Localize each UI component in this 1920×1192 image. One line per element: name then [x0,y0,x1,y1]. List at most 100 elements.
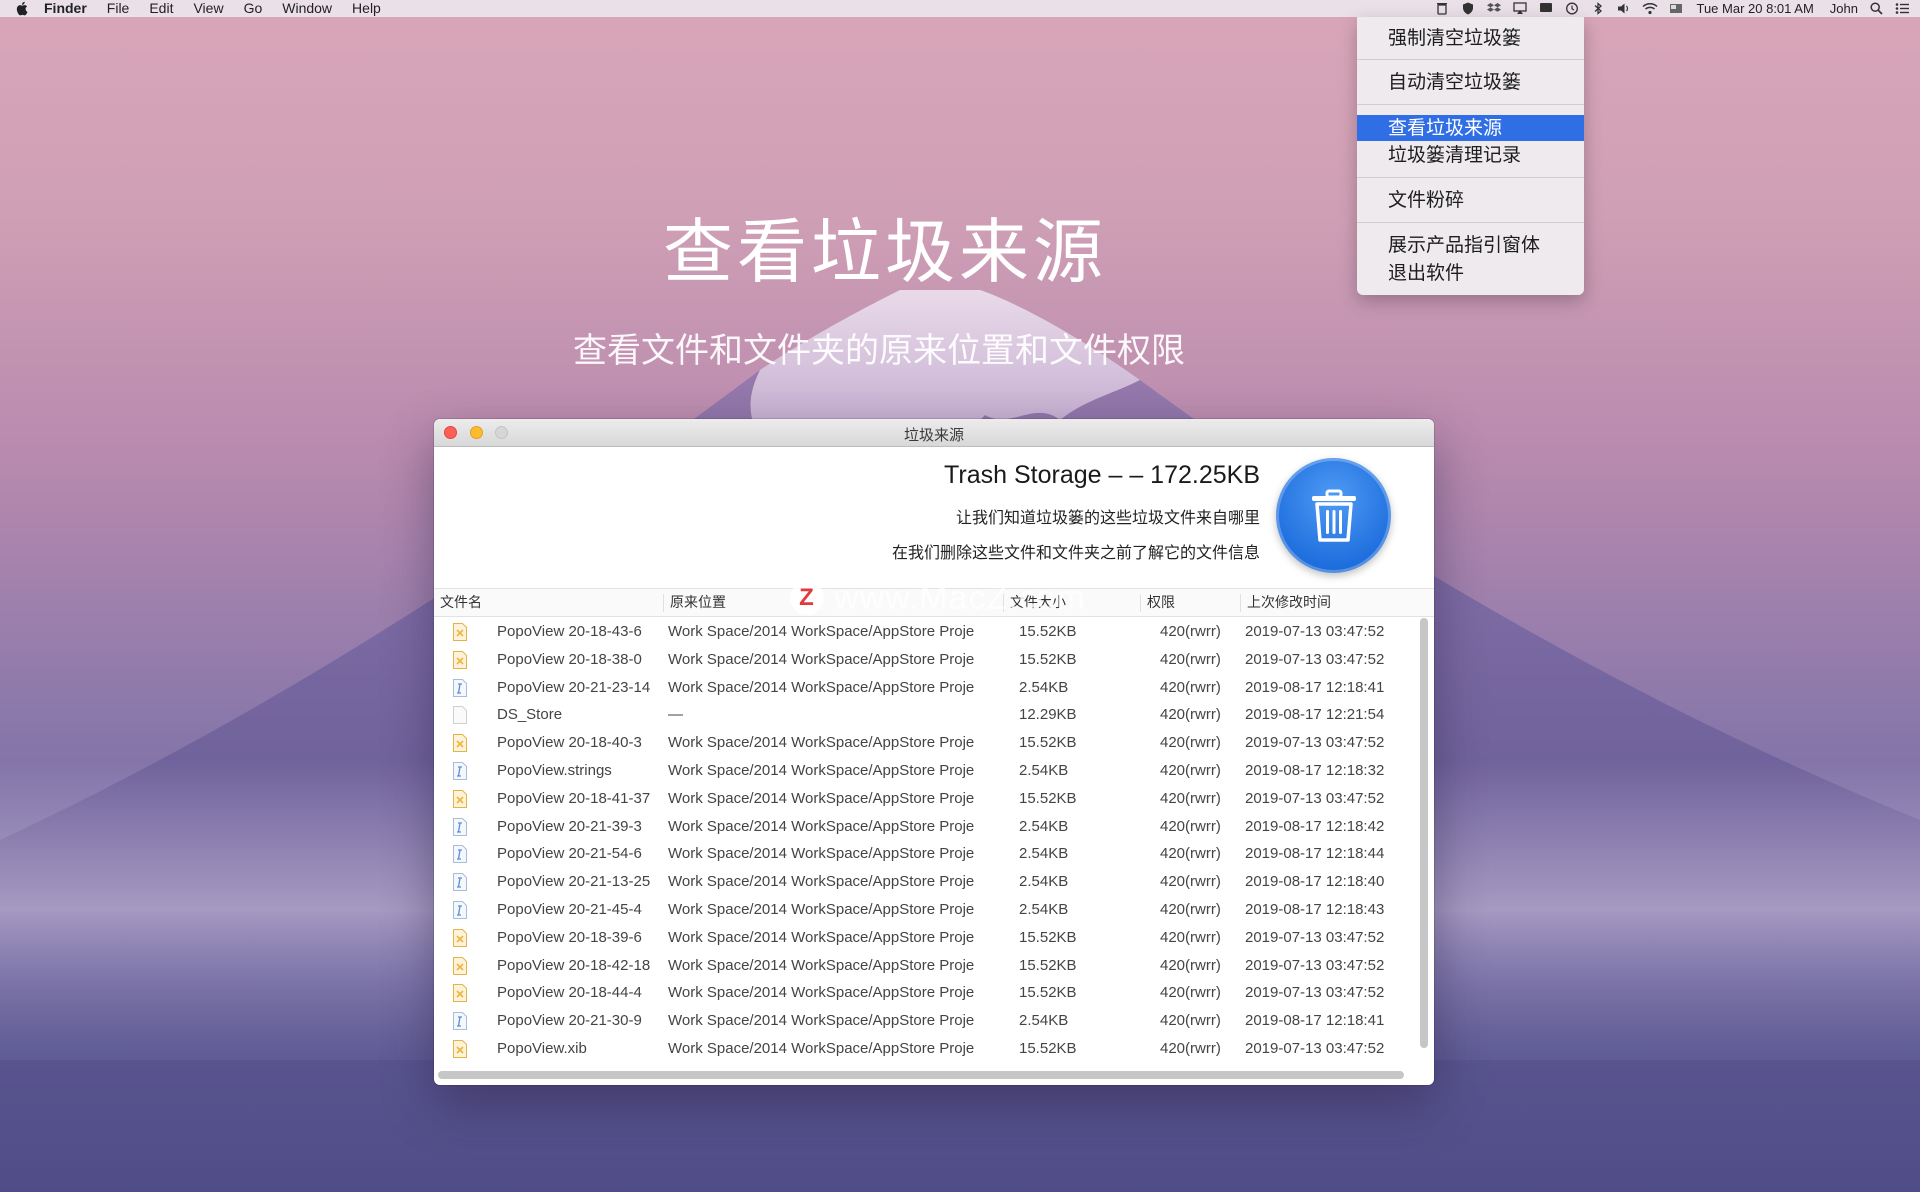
size-cell: 2.54KB [1019,762,1069,779]
size-cell: 12.29KB [1019,706,1077,723]
column-header-filename[interactable]: 文件名 [434,594,663,612]
filename-cell: PopoView 20-21-54-6 [497,845,642,862]
shield-tray-icon[interactable] [1460,2,1476,15]
original-location-cell: Work Space/2014 WorkSpace/AppStore Proje [668,901,975,918]
xib-file-icon [453,623,467,641]
time-machine-tray-icon[interactable] [1564,2,1580,15]
trash-icon [1311,489,1356,542]
modified-cell: 2019-07-13 03:47:52 [1245,984,1385,1001]
permissions-cell: 420(rwrr) [1160,818,1221,835]
table-row[interactable]: PopoView 20-18-42-18 Work Space/2014 Work… [434,952,1412,980]
table-row[interactable]: PopoView 20-18-39-6 Work Space/2014 WorkS… [434,924,1412,952]
filename-cell: PopoView.xib [497,1040,587,1057]
original-location-cell: Work Space/2014 WorkSpace/AppStore Proje [668,984,975,1001]
strings-file-icon [453,901,467,919]
size-cell: 15.52KB [1019,790,1077,807]
menu-finder[interactable]: Finder [44,0,87,17]
size-cell: 2.54KB [1019,818,1069,835]
modified-cell: 2019-08-17 12:18:40 [1245,873,1385,890]
table-row[interactable]: PopoView 20-18-40-3 Work Space/2014 WorkS… [434,729,1412,757]
modified-cell: 2019-08-17 12:18:44 [1245,845,1385,862]
filename-cell: PopoView 20-21-23-14 [497,679,651,696]
permissions-cell: 420(rwrr) [1160,929,1221,946]
xib-file-icon [453,984,467,1002]
original-location-cell: Work Space/2014 WorkSpace/AppStore Proje [668,790,975,807]
permissions-cell: 420(rwrr) [1160,651,1221,668]
menu-separator [1357,59,1584,60]
strings-file-icon [453,873,467,891]
horizontal-scrollbar[interactable] [438,1071,1404,1079]
table-row[interactable]: PopoView 20-21-23-14 Work Space/2014 Work… [434,674,1412,702]
original-location-cell: Work Space/2014 WorkSpace/AppStore Proje [668,818,975,835]
permissions-cell: 420(rwrr) [1160,734,1221,751]
modified-cell: 2019-07-13 03:47:52 [1245,929,1385,946]
menu-item-trash-clean-history[interactable]: 垃圾篓清理记录 [1357,142,1584,168]
menu-item-auto-empty-trash[interactable]: 自动清空垃圾篓 [1357,69,1584,95]
size-cell: 15.52KB [1019,957,1077,974]
trash-button[interactable] [1276,458,1391,573]
size-cell: 2.54KB [1019,845,1069,862]
menu-separator [1357,177,1584,178]
menubar-user[interactable]: John [1830,1,1858,16]
modified-cell: 2019-08-17 12:18:41 [1245,679,1385,696]
watermark: Z www.MacZ.com [790,578,1086,618]
bluetooth-tray-icon[interactable] [1590,2,1606,15]
column-header-permissions[interactable]: 权限 [1140,594,1240,612]
menu-window[interactable]: Window [282,0,332,17]
vertical-scrollbar[interactable] [1420,618,1428,1048]
strings-file-icon [453,679,467,697]
modified-cell: 2019-07-13 03:47:52 [1245,790,1385,807]
permissions-cell: 420(rwrr) [1160,679,1221,696]
airplay-tray-icon[interactable] [1512,2,1528,15]
menu-view[interactable]: View [193,0,223,17]
column-header-modified[interactable]: 上次修改时间 [1240,594,1434,612]
table-row[interactable]: DS_Store — 12.29KB 420(rwrr) 2019-08-17 12:2… [434,701,1412,729]
apple-menu-icon[interactable] [13,1,29,16]
original-location-cell: Work Space/2014 WorkSpace/AppStore Proje [668,734,975,751]
table-row[interactable]: PopoView 20-21-45-4 Work Space/2014 WorkS… [434,896,1412,924]
size-cell: 2.54KB [1019,1012,1069,1029]
menu-edit[interactable]: Edit [149,0,173,17]
size-cell: 15.52KB [1019,929,1077,946]
menu-item-force-empty-trash[interactable]: 强制清空垃圾篓 [1357,25,1584,51]
volume-tray-icon[interactable] [1616,2,1632,15]
trash-app-tray-icon[interactable] [1434,2,1450,15]
menu-file[interactable]: File [107,0,130,17]
permissions-cell: 420(rwrr) [1160,873,1221,890]
spotlight-search-icon[interactable] [1868,2,1884,15]
table-row[interactable]: PopoView.xib Work Space/2014 WorkSpace/Ap… [434,1035,1412,1060]
table-row[interactable]: PopoView 20-21-39-3 Work Space/2014 WorkS… [434,813,1412,841]
display-tray-icon[interactable] [1538,2,1554,15]
table-row[interactable]: PopoView.strings Work Space/2014 WorkSpac… [434,757,1412,785]
table-row[interactable]: PopoView 20-21-54-6 Work Space/2014 WorkS… [434,840,1412,868]
size-cell: 15.52KB [1019,984,1077,1001]
strings-file-icon [453,1012,467,1030]
menu-go[interactable]: Go [244,0,263,17]
notification-center-icon[interactable] [1894,2,1910,15]
modified-cell: 2019-07-13 03:47:52 [1245,651,1385,668]
menubar-clock[interactable]: Tue Mar 20 8:01 AM [1696,1,1813,16]
permissions-cell: 420(rwrr) [1160,762,1221,779]
watermark-logo: Z [790,581,824,615]
menu-item-view-trash-source[interactable]: 查看垃圾来源 [1357,115,1584,141]
wifi-tray-icon[interactable] [1642,2,1658,15]
modified-cell: 2019-07-13 03:47:52 [1245,957,1385,974]
table-row[interactable]: PopoView 20-21-13-25 Work Space/2014 Work… [434,868,1412,896]
filename-cell: PopoView 20-21-39-3 [497,818,642,835]
table-row[interactable]: PopoView 20-18-43-6 Work Space/2014 WorkS… [434,618,1412,646]
filename-cell: PopoView 20-18-38-0 [497,651,642,668]
table-row[interactable]: PopoView 20-18-41-37 Work Space/2014 Work… [434,785,1412,813]
modified-cell: 2019-07-13 03:47:52 [1245,1040,1385,1057]
table-row[interactable]: PopoView 20-18-44-4 Work Space/2014 WorkS… [434,979,1412,1007]
input-source-tray-icon[interactable] [1668,2,1684,15]
modified-cell: 2019-08-17 12:18:41 [1245,1012,1385,1029]
table-row[interactable]: PopoView 20-18-38-0 Work Space/2014 WorkS… [434,646,1412,674]
dropbox-tray-icon[interactable] [1486,2,1502,15]
filename-cell: PopoView 20-18-39-6 [497,929,642,946]
filename-cell: PopoView 20-21-30-9 [497,1012,642,1029]
permissions-cell: 420(rwrr) [1160,957,1221,974]
table-row[interactable]: PopoView 20-21-30-9 Work Space/2014 WorkS… [434,1007,1412,1035]
window-titlebar[interactable]: 垃圾来源 [434,419,1434,447]
modified-cell: 2019-08-17 12:21:54 [1245,706,1385,723]
menu-help[interactable]: Help [352,0,381,17]
